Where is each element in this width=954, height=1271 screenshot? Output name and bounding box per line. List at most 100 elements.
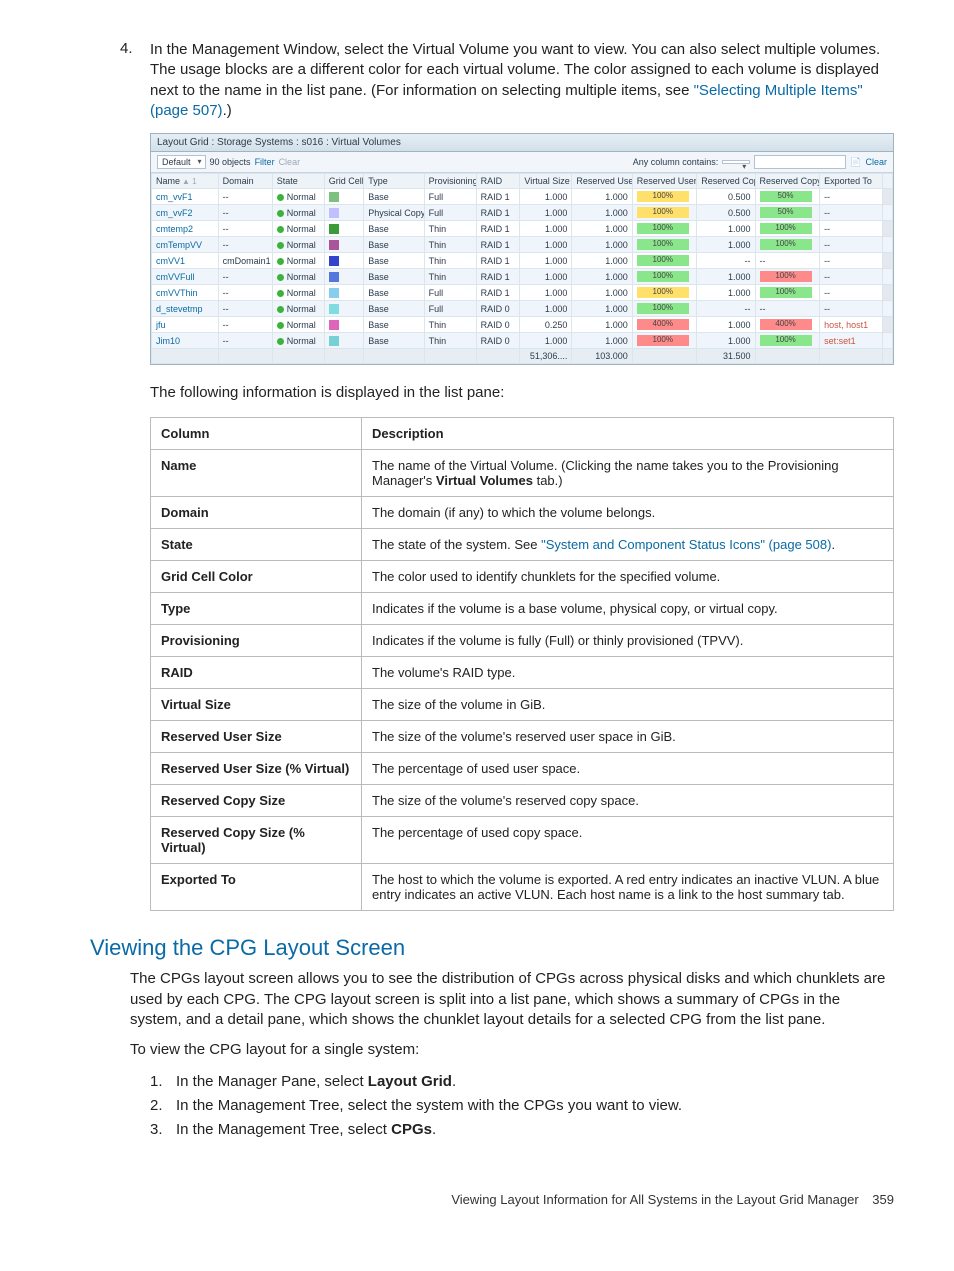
cell-raid: RAID 1 bbox=[476, 253, 520, 269]
col-grid-color[interactable]: Grid Cell Color bbox=[324, 174, 364, 189]
steps-list: In the Manager Pane, select Layout Grid.… bbox=[150, 1070, 894, 1142]
cell-rcs: 1.000 bbox=[697, 317, 755, 333]
table-row[interactable]: cmtemp2--NormalBaseThinRAID 11.0001.0001… bbox=[152, 221, 893, 237]
grid-toolbar: Default 90 objects Filter Clear Any colu… bbox=[151, 152, 893, 173]
desc-col-desc: The size of the volume in GiB. bbox=[362, 689, 894, 721]
col-domain[interactable]: Domain bbox=[218, 174, 272, 189]
cell-vsize: 1.000 bbox=[520, 269, 572, 285]
cell-exported: -- bbox=[820, 253, 882, 269]
table-row[interactable]: cmVVFull--NormalBaseThinRAID 11.0001.000… bbox=[152, 269, 893, 285]
cell-state: Normal bbox=[272, 269, 324, 285]
cell-name: cmVVFull bbox=[152, 269, 219, 285]
cell-rus: 1.000 bbox=[572, 205, 632, 221]
col-exported[interactable]: Exported To bbox=[820, 174, 882, 189]
table-row[interactable]: cm_vvF2--NormalPhysical CopyFullRAID 11.… bbox=[152, 205, 893, 221]
desc-row: DomainThe domain (if any) to which the v… bbox=[151, 497, 894, 529]
step-text: In the Management Window, select the Vir… bbox=[150, 40, 894, 121]
desc-row: Reserved Copy SizeThe size of the volume… bbox=[151, 785, 894, 817]
col-rcs[interactable]: Reserved Copy Size (GiB) bbox=[697, 174, 755, 189]
cell-rus: 1.000 bbox=[572, 285, 632, 301]
table-row[interactable]: cmTempVV--NormalBaseThinRAID 11.0001.000… bbox=[152, 237, 893, 253]
cell-prov: Full bbox=[424, 285, 476, 301]
cell-raid: RAID 0 bbox=[476, 301, 520, 317]
cell-rupct: 100% bbox=[632, 221, 697, 237]
desc-row: Reserved User SizeThe size of the volume… bbox=[151, 721, 894, 753]
col-rupct[interactable]: Reserved User Size (% Virtual) bbox=[632, 174, 697, 189]
col-rus[interactable]: Reserved User Size (GiB) bbox=[572, 174, 632, 189]
grid-window-title: Layout Grid : Storage Systems : s016 : V… bbox=[151, 134, 893, 152]
table-row[interactable]: d_stevetmp--NormalBaseFullRAID 01.0001.0… bbox=[152, 301, 893, 317]
view-dropdown[interactable]: Default bbox=[157, 155, 206, 169]
cell-prov: Thin bbox=[424, 237, 476, 253]
cell-state: Normal bbox=[272, 237, 324, 253]
desc-row: Exported ToThe host to which the volume … bbox=[151, 864, 894, 911]
cell-rcpct: 100% bbox=[755, 285, 820, 301]
cell-swatch bbox=[324, 253, 364, 269]
cell-rupct: 100% bbox=[632, 237, 697, 253]
step-item: In the Management Tree, select CPGs. bbox=[150, 1118, 894, 1142]
table-row[interactable]: cmVV1cmDomain1NormalBaseThinRAID 11.0001… bbox=[152, 253, 893, 269]
cell-state: Normal bbox=[272, 189, 324, 205]
cell-type: Base bbox=[364, 317, 424, 333]
table-row[interactable]: jfu--NormalBaseThinRAID 00.2501.000400%1… bbox=[152, 317, 893, 333]
cell-rupct: 100% bbox=[632, 189, 697, 205]
desc-col-desc: The percentage of used copy space. bbox=[362, 817, 894, 864]
desc-col-name: RAID bbox=[151, 657, 362, 689]
cell-rcs: 0.500 bbox=[697, 205, 755, 221]
cell-rus: 1.000 bbox=[572, 237, 632, 253]
desc-head-desc: Description bbox=[362, 418, 894, 450]
cell-name: Jim10 bbox=[152, 333, 219, 349]
cell-vsize: 1.000 bbox=[520, 205, 572, 221]
desc-col-name: Reserved User Size (% Virtual) bbox=[151, 753, 362, 785]
col-type[interactable]: Type bbox=[364, 174, 424, 189]
cell-type: Base bbox=[364, 285, 424, 301]
cell-prov: Full bbox=[424, 301, 476, 317]
col-raid[interactable]: RAID bbox=[476, 174, 520, 189]
footer-text: Viewing Layout Information for All Syste… bbox=[451, 1192, 858, 1207]
cell-name: d_stevetmp bbox=[152, 301, 219, 317]
desc-row: NameThe name of the Virtual Volume. (Cli… bbox=[151, 450, 894, 497]
cell-vsize: 1.000 bbox=[520, 237, 572, 253]
col-name[interactable]: Name▲ 1 bbox=[152, 174, 219, 189]
desc-col-name: Virtual Size bbox=[151, 689, 362, 721]
clear-left[interactable]: Clear bbox=[279, 157, 301, 167]
desc-col-desc: The size of the volume's reserved user s… bbox=[362, 721, 894, 753]
cell-state: Normal bbox=[272, 285, 324, 301]
cell-exported: host, host1 bbox=[820, 317, 882, 333]
contains-dropdown[interactable] bbox=[722, 160, 750, 164]
cell-name: cmVVThin bbox=[152, 285, 219, 301]
clear-right[interactable]: Clear bbox=[865, 157, 887, 167]
cell-swatch bbox=[324, 285, 364, 301]
step-4: 4. In the Management Window, select the … bbox=[120, 40, 894, 121]
cell-swatch bbox=[324, 221, 364, 237]
filter-input[interactable] bbox=[754, 155, 846, 169]
cell-exported: -- bbox=[820, 301, 882, 317]
cell-vsize: 1.000 bbox=[520, 285, 572, 301]
cell-rus: 1.000 bbox=[572, 221, 632, 237]
cell-rcpct: -- bbox=[755, 253, 820, 269]
table-row[interactable]: cmVVThin--NormalBaseFullRAID 11.0001.000… bbox=[152, 285, 893, 301]
col-rcpct[interactable]: Reserved Copy Size (% Virtual) bbox=[755, 174, 820, 189]
cell-rcpct: 100% bbox=[755, 269, 820, 285]
cell-rcpct: 50% bbox=[755, 189, 820, 205]
table-row[interactable]: Jim10--NormalBaseThinRAID 01.0001.000100… bbox=[152, 333, 893, 349]
col-state[interactable]: State bbox=[272, 174, 324, 189]
section-p1: The CPGs layout screen allows you to see… bbox=[130, 969, 894, 1030]
col-provisioning[interactable]: Provisioning bbox=[424, 174, 476, 189]
export-icon[interactable]: 📄 bbox=[850, 157, 861, 168]
desc-row: TypeIndicates if the volume is a base vo… bbox=[151, 593, 894, 625]
cell-type: Base bbox=[364, 189, 424, 205]
desc-col-name: Name bbox=[151, 450, 362, 497]
cell-prov: Thin bbox=[424, 221, 476, 237]
cell-rupct: 100% bbox=[632, 285, 697, 301]
cell-type: Base bbox=[364, 333, 424, 349]
cell-rcs: -- bbox=[697, 253, 755, 269]
col-vsize[interactable]: Virtual Size (GiB) bbox=[520, 174, 572, 189]
desc-link[interactable]: "System and Component Status Icons" (pag… bbox=[541, 537, 831, 552]
cell-swatch bbox=[324, 301, 364, 317]
filter-link[interactable]: Filter bbox=[255, 157, 275, 167]
table-row[interactable]: cm_vvF1--NormalBaseFullRAID 11.0001.0001… bbox=[152, 189, 893, 205]
desc-row: Reserved User Size (% Virtual)The percen… bbox=[151, 753, 894, 785]
cell-raid: RAID 0 bbox=[476, 317, 520, 333]
desc-col-desc: Indicates if the volume is fully (Full) … bbox=[362, 625, 894, 657]
